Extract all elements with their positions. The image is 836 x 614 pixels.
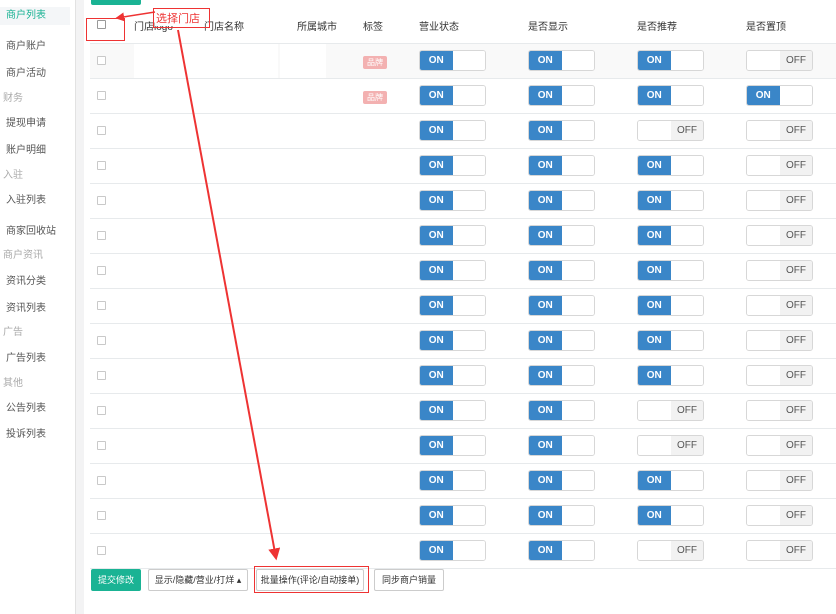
annotation-arrows	[115, 11, 281, 561]
page-root: 商户列表 商户账户 商户活动 财务 提现申请 账户明细 入驻 入驻列表 商家回收站 商户资讯 资讯分…	[0, 0, 836, 614]
annotation-arrow-to-checkbox	[115, 11, 156, 22]
annotation-arrow-to-batch	[177, 29, 281, 561]
